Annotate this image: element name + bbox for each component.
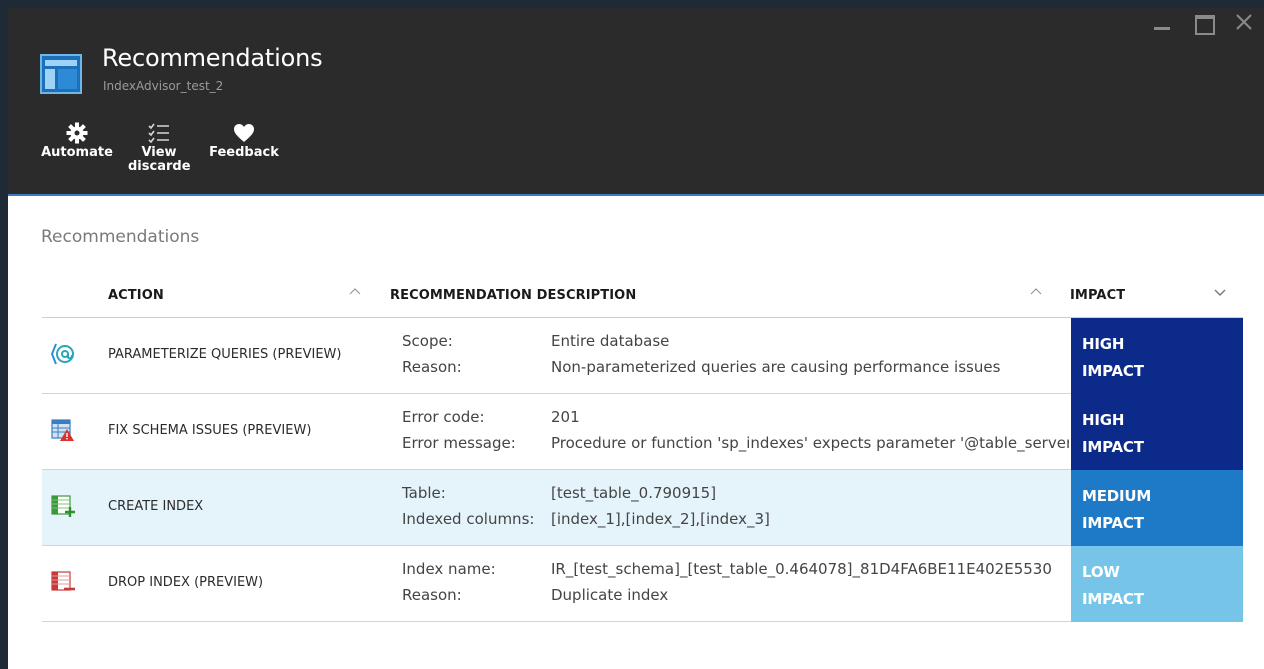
row-label-1: Table: xyxy=(402,484,446,502)
close-button[interactable] xyxy=(1234,12,1258,34)
row-label-2: Reason: xyxy=(402,586,462,604)
drop-index-icon xyxy=(51,571,75,591)
row-label-2: Indexed columns: xyxy=(402,510,535,528)
row-action-name: PARAMETERIZE QUERIES (PREVIEW) xyxy=(108,347,342,362)
table-row[interactable]: PARAMETERIZE QUERIES (PREVIEW) Scope: En… xyxy=(42,318,1243,394)
view-discarded-button[interactable]: View discarded xyxy=(116,120,202,174)
impact-word: IMPACT xyxy=(1082,438,1144,456)
view-discarded-label-1: View xyxy=(141,145,177,160)
window-controls xyxy=(1150,12,1258,35)
feedback-button[interactable]: Feedback xyxy=(202,120,286,174)
sort-ascending-icon[interactable] xyxy=(1030,286,1042,298)
row-label-1: Index name: xyxy=(402,560,496,578)
automate-button[interactable]: Automate xyxy=(38,120,116,174)
gear-icon xyxy=(66,122,88,144)
row-value-2: Duplicate index xyxy=(551,586,669,604)
table-header: ACTION RECOMMENDATION DESCRIPTION IMPACT xyxy=(42,270,1243,318)
row-value-1: 201 xyxy=(551,408,580,426)
blade-title: Recommendations xyxy=(102,44,323,72)
row-action-name: DROP INDEX (PREVIEW) xyxy=(108,575,264,590)
sort-ascending-icon[interactable] xyxy=(349,286,361,298)
recommendations-table: ACTION RECOMMENDATION DESCRIPTION IMPACT… xyxy=(42,270,1243,622)
row-label-2: Reason: xyxy=(402,358,462,376)
row-value-1: Entire database xyxy=(551,332,670,350)
impact-level: HIGH xyxy=(1082,411,1125,429)
row-action-name: CREATE INDEX xyxy=(108,499,204,514)
checklist-icon xyxy=(148,123,169,143)
recommendations-blade-icon xyxy=(40,54,82,94)
section-label: Recommendations xyxy=(41,227,200,247)
maximize-button[interactable] xyxy=(1192,12,1216,35)
impact-level: MEDIUM xyxy=(1082,487,1152,505)
table-row[interactable]: CREATE INDEX Table: [test_table_0.790915… xyxy=(42,470,1243,546)
row-value-2: Non-parameterized queries are causing pe… xyxy=(551,358,1001,376)
impact-badge-high: HIGH IMPACT xyxy=(1071,394,1243,470)
row-label-1: Error code: xyxy=(402,408,485,426)
impact-word: IMPACT xyxy=(1082,362,1144,380)
row-action-name: FIX SCHEMA ISSUES (PREVIEW) xyxy=(108,423,312,438)
impact-level: LOW xyxy=(1082,563,1120,581)
impact-badge-high: HIGH IMPACT xyxy=(1071,318,1243,394)
blade-header: Recommendations IndexAdvisor_test_2 Auto… xyxy=(8,8,1264,196)
table-row[interactable]: FIX SCHEMA ISSUES (PREVIEW) Error code: … xyxy=(42,394,1243,470)
column-header-impact[interactable]: IMPACT xyxy=(1070,288,1125,303)
impact-badge-low: LOW IMPACT xyxy=(1071,546,1243,622)
row-value-1: [test_table_0.790915] xyxy=(551,484,717,502)
create-index-icon xyxy=(51,495,75,517)
heart-icon xyxy=(234,124,254,142)
sort-descending-icon[interactable] xyxy=(1214,286,1226,298)
schema-error-icon xyxy=(51,419,74,441)
column-header-description[interactable]: RECOMMENDATION DESCRIPTION xyxy=(390,288,636,303)
row-value-2: [index_1],[index_2],[index_3] xyxy=(551,510,770,528)
view-discarded-label-2: discarded xyxy=(128,160,190,174)
impact-word: IMPACT xyxy=(1082,514,1144,532)
row-value-2: Procedure or function 'sp_indexes' expec… xyxy=(551,434,1069,452)
close-icon xyxy=(1236,14,1252,30)
row-label-1: Scope: xyxy=(402,332,453,350)
impact-level: HIGH xyxy=(1082,335,1125,353)
row-value-1: IR_[test_schema]_[test_table_0.464078]_8… xyxy=(551,560,1052,578)
feedback-label: Feedback xyxy=(209,145,279,160)
blade-subtitle: IndexAdvisor_test_2 xyxy=(103,79,224,93)
row-label-2: Error message: xyxy=(402,434,516,452)
command-bar: Automate View discarded xyxy=(38,120,286,174)
column-header-action[interactable]: ACTION xyxy=(108,288,164,303)
impact-badge-medium: MEDIUM IMPACT xyxy=(1071,470,1243,546)
recommendations-blade: Recommendations IndexAdvisor_test_2 Auto… xyxy=(8,8,1264,669)
parameterize-icon xyxy=(50,343,74,365)
minimize-button[interactable] xyxy=(1150,12,1174,34)
table-row[interactable]: DROP INDEX (PREVIEW) Index name: IR_[tes… xyxy=(42,546,1243,622)
impact-word: IMPACT xyxy=(1082,590,1144,608)
automate-label: Automate xyxy=(41,145,113,160)
